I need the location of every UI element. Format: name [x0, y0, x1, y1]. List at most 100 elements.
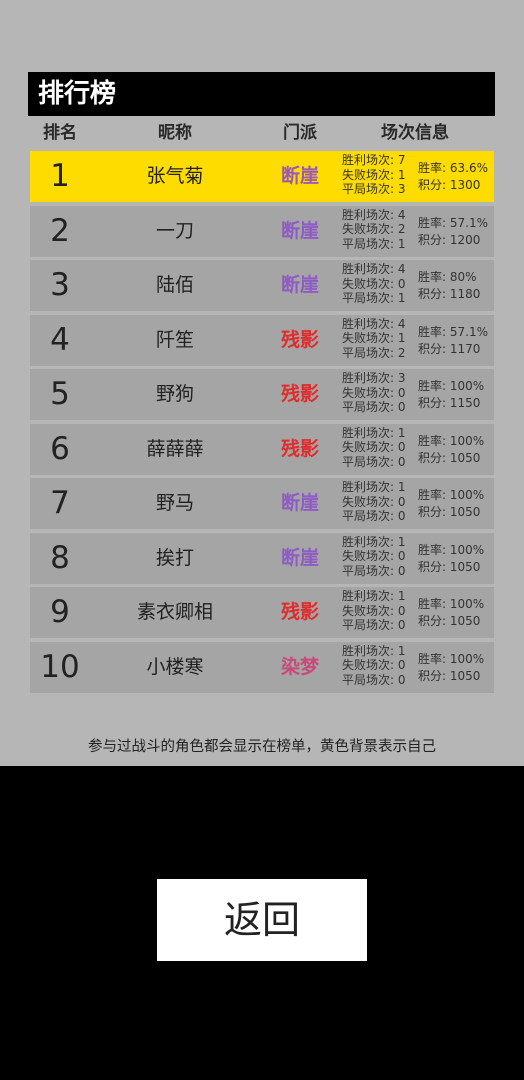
- score-label: 积分: [418, 178, 443, 192]
- win-label: 胜利场次: [342, 534, 391, 549]
- draw-label: 平局场次: [342, 454, 391, 469]
- rate-value: 80%: [449, 270, 477, 284]
- draw-value: 0: [397, 618, 406, 632]
- rate-score: 胜率: 100% 积分: 1050: [418, 433, 498, 467]
- rank-cell: 2: [50, 212, 70, 249]
- lose-label: 失败场次: [342, 603, 391, 618]
- rank-cell: 10: [40, 648, 80, 685]
- lose-count: 失败场次: 0: [342, 494, 406, 509]
- win-rate: 胜率: 100%: [418, 542, 485, 557]
- lose-value: 0: [397, 658, 406, 672]
- sect-cell: 断崖: [280, 165, 319, 187]
- rate-value: 100%: [449, 597, 485, 611]
- table-row: 9 素衣卿相 残影 胜利场次: 1 失败场次: 0 平局场次: 0 胜率: 100% 积分: …: [30, 586, 494, 641]
- nickname-cell: 张气菊: [146, 165, 204, 187]
- table-row: 4 阡笙 残影 胜利场次: 4 失败场次: 1 平局场次: 2 胜率: 57.1% 积分: 1…: [30, 314, 494, 369]
- rate-score: 胜率: 80% 积分: 1180: [418, 269, 498, 303]
- win-label: 胜利场次: [342, 316, 391, 331]
- rate-score: 胜率: 100% 积分: 1050: [418, 596, 498, 630]
- win-value: 1: [397, 643, 406, 658]
- match-counts: 胜利场次: 1 失败场次: 0 平局场次: 0: [342, 535, 422, 579]
- score-value: 1200: [449, 232, 481, 247]
- win-value: 4: [397, 316, 406, 331]
- score-value: 1170: [449, 341, 481, 356]
- rate-label: 胜率: [418, 542, 443, 557]
- score-label: 积分: [418, 232, 443, 247]
- nickname-cell: 挨打: [155, 546, 194, 569]
- nickname-cell: 野马: [155, 492, 194, 514]
- lose-label: 失败场次: [342, 658, 391, 672]
- lose-value: 0: [397, 494, 406, 509]
- lose-value: 0: [397, 385, 406, 400]
- win-value: 7: [397, 153, 406, 167]
- score-label: 积分: [418, 668, 443, 683]
- rate-label: 胜率: [418, 651, 443, 666]
- draw-value: 0: [397, 400, 406, 414]
- lose-value: 0: [397, 549, 406, 563]
- header-info: 场次信息: [381, 123, 449, 143]
- draw-value: 0: [397, 509, 406, 523]
- win-label: 胜利场次: [342, 262, 391, 276]
- rate-value: 100%: [449, 651, 485, 666]
- score-value: 1050: [449, 668, 481, 683]
- rate-value: 63.6%: [449, 161, 488, 175]
- lose-count: 失败场次: 0: [342, 385, 406, 400]
- win-rate: 胜率: 57.1%: [418, 324, 488, 339]
- rate-value: 100%: [449, 542, 485, 557]
- win-rate: 胜率: 100%: [418, 379, 485, 393]
- draw-count: 平局场次: 0: [342, 509, 406, 523]
- score-label: 积分: [418, 450, 443, 465]
- sect-cell: 残影: [280, 601, 319, 623]
- win-value: 3: [397, 371, 406, 385]
- header-nick: 昵称: [158, 123, 192, 143]
- lose-count: 失败场次: 0: [342, 276, 406, 291]
- lose-label: 失败场次: [342, 385, 391, 400]
- draw-label: 平局场次: [342, 618, 391, 632]
- rank-cell: 8: [50, 539, 70, 576]
- rate-value: 57.1%: [449, 215, 488, 230]
- match-counts: 胜利场次: 1 失败场次: 0 平局场次: 0: [342, 480, 422, 524]
- draw-count: 平局场次: 0: [342, 400, 406, 414]
- lose-label: 失败场次: [342, 331, 391, 345]
- win-count: 胜利场次: 1: [342, 534, 406, 549]
- win-label: 胜利场次: [342, 371, 391, 385]
- draw-value: 0: [397, 672, 406, 687]
- nickname-cell: 薛薛薛: [146, 437, 204, 460]
- back-button[interactable]: 返回: [157, 879, 367, 961]
- lose-label: 失败场次: [342, 276, 391, 291]
- rate-score: 胜率: 100% 积分: 1050: [418, 651, 498, 685]
- rate-label: 胜率: [418, 597, 443, 611]
- sect-cell: 断崖: [280, 274, 319, 296]
- match-counts: 胜利场次: 1 失败场次: 0 平局场次: 0: [342, 589, 422, 633]
- lose-label: 失败场次: [342, 440, 391, 454]
- score: 积分: 1170: [418, 341, 481, 356]
- rate-score: 胜率: 57.1% 积分: 1170: [418, 324, 498, 358]
- nickname-cell: 阡笙: [155, 328, 194, 351]
- win-count: 胜利场次: 1: [342, 480, 406, 494]
- win-label: 胜利场次: [342, 589, 391, 603]
- win-label: 胜利场次: [342, 480, 391, 494]
- nickname-cell: 素衣卿相: [136, 601, 213, 623]
- score: 积分: 1150: [418, 396, 481, 410]
- rate-label: 胜率: [418, 324, 443, 339]
- sect-cell: 残影: [280, 383, 319, 405]
- rate-score: 胜率: 57.1% 积分: 1200: [418, 215, 498, 249]
- header-rank: 排名: [43, 123, 77, 143]
- win-value: 4: [397, 262, 406, 276]
- lose-count: 失败场次: 0: [342, 549, 406, 563]
- rate-label: 胜率: [418, 161, 443, 175]
- win-value: 4: [397, 207, 406, 222]
- draw-label: 平局场次: [342, 236, 391, 251]
- score: 积分: 1050: [418, 668, 481, 683]
- win-rate: 胜率: 80%: [418, 270, 477, 284]
- win-rate: 胜率: 63.6%: [418, 161, 488, 175]
- rank-cell: 9: [50, 594, 70, 630]
- score: 积分: 1050: [418, 450, 481, 465]
- win-rate: 胜率: 100%: [418, 433, 485, 448]
- nickname-cell: 野狗: [155, 383, 194, 405]
- footnote: 参与过战斗的角色都会显示在榜单，黄色背景表示自己: [88, 739, 436, 755]
- leaderboard-panel: 排行榜 排名 昵称 门派 场次信息 1 张气菊 断崖 胜利场次: 7 失败场次: 1 平局…: [0, 0, 524, 766]
- table-row: 7 野马 断崖 胜利场次: 1 失败场次: 0 平局场次: 0 胜率: 100% 积分: 10…: [30, 477, 494, 532]
- draw-value: 0: [397, 563, 406, 578]
- score-label: 积分: [418, 614, 443, 628]
